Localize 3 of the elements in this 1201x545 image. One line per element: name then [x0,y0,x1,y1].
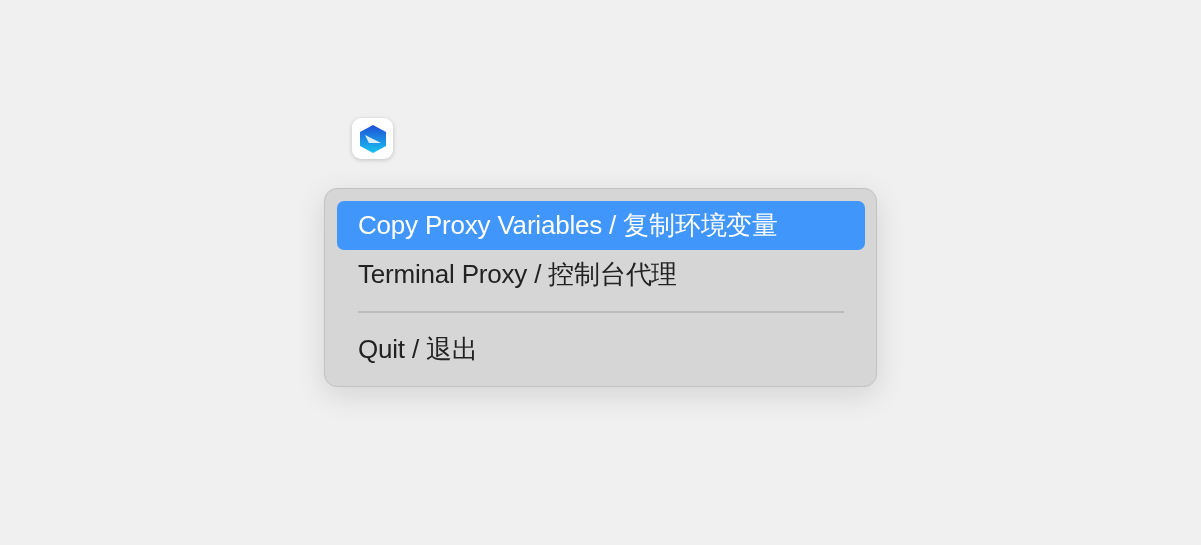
menu-item[interactable]: Terminal Proxy / 控制台代理 [337,250,865,299]
menu-item[interactable]: Quit / 退出 [337,325,865,374]
app-icon[interactable] [352,118,393,159]
